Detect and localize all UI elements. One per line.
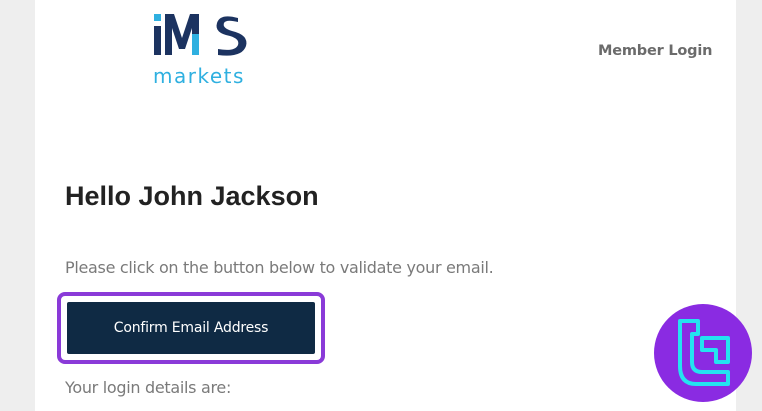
login-details-label: Your login details are:	[65, 378, 232, 397]
confirm-button-focus-ring: Confirm Email Address	[57, 292, 325, 364]
brand-badge-icon	[654, 304, 752, 402]
ims-markets-logo: markets	[153, 14, 247, 88]
member-login-link[interactable]: Member Login	[598, 43, 712, 59]
instruction-text: Please click on the button below to vali…	[65, 258, 494, 277]
logo-wordmark: markets	[153, 64, 245, 88]
greeting-heading: Hello John Jackson	[65, 181, 319, 211]
confirm-email-button[interactable]: Confirm Email Address	[67, 302, 315, 354]
email-card: markets Member Login Hello John Jackson …	[35, 0, 736, 411]
